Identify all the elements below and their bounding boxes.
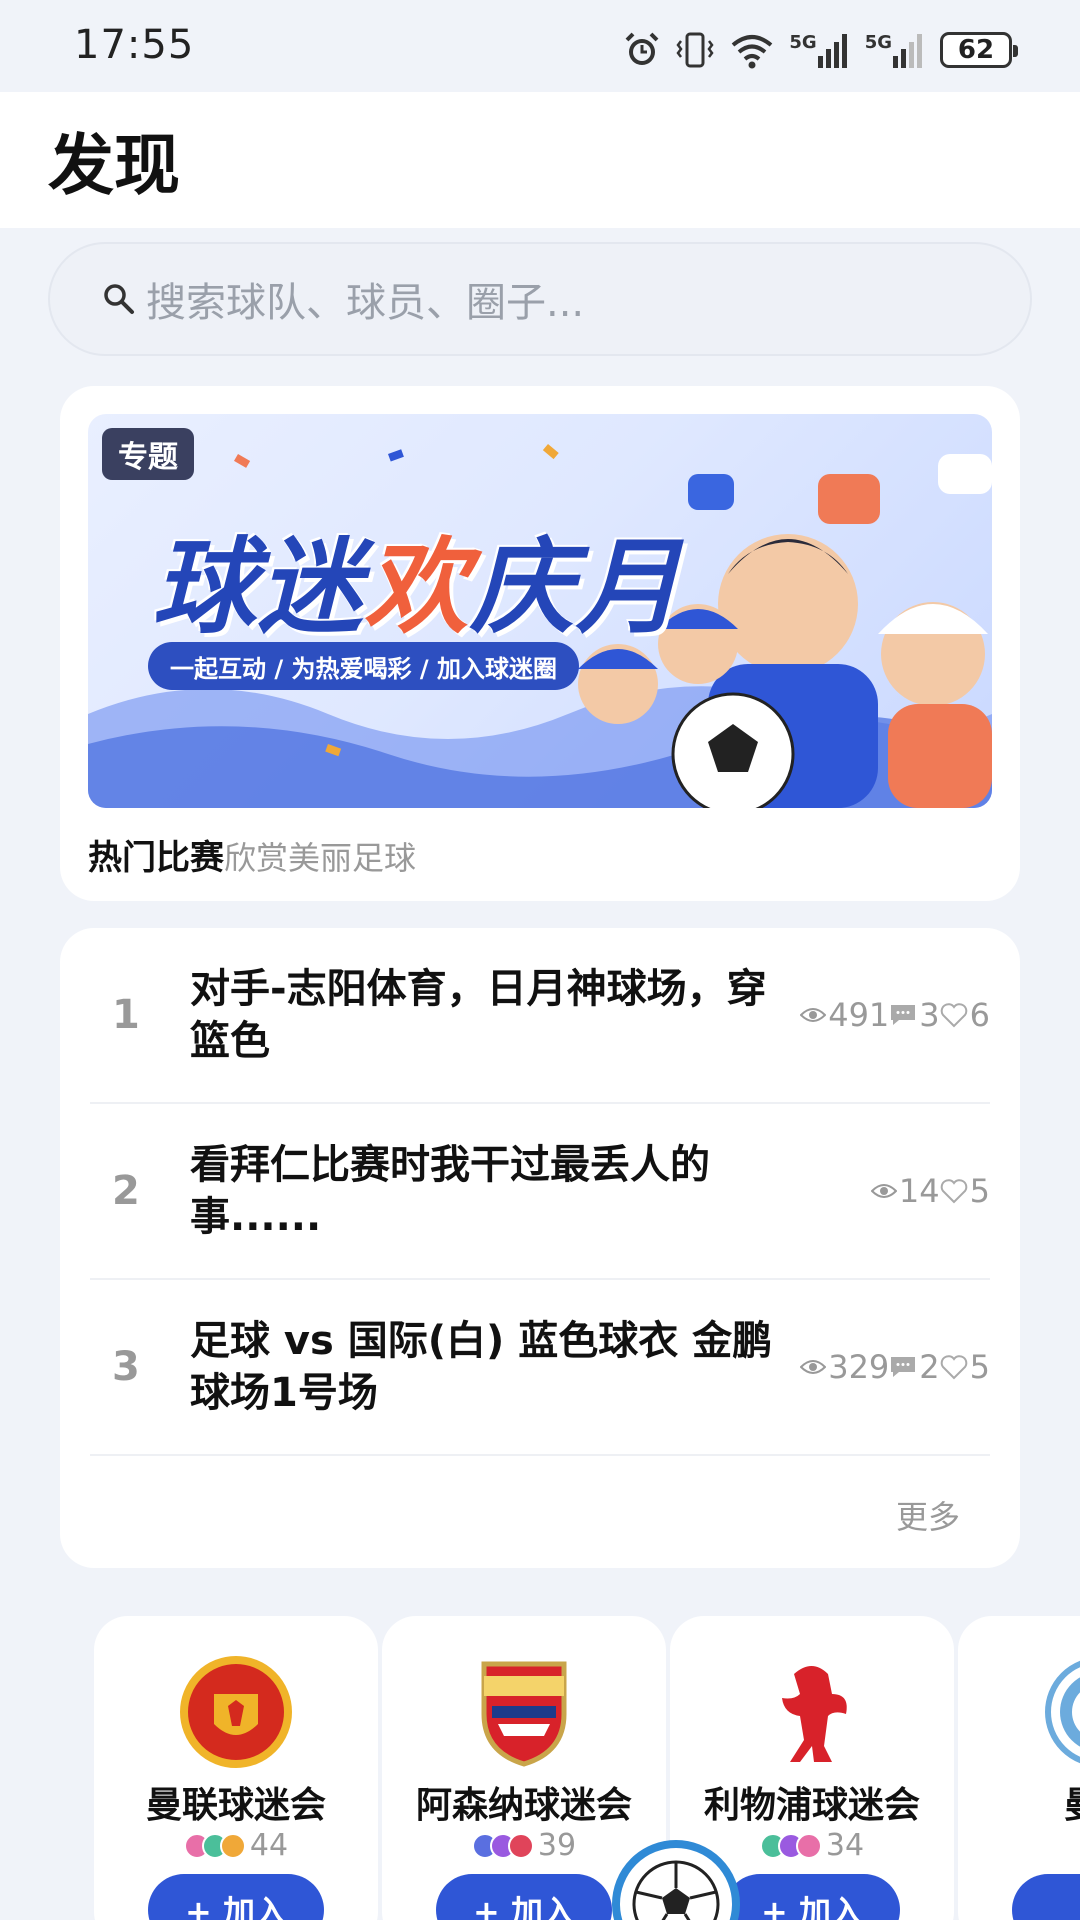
signal-1: 5G — [789, 32, 850, 68]
club-members — [958, 1828, 1080, 1854]
club-members: 39 — [382, 1828, 666, 1863]
comment-icon — [891, 1005, 916, 1025]
eye-icon — [800, 1360, 827, 1374]
avatar — [219, 1832, 246, 1859]
heart-icon — [940, 1179, 967, 1204]
member-avatars — [471, 1832, 534, 1859]
comments-stat: 3 — [889, 996, 940, 1034]
likes-stat: 6 — [940, 996, 990, 1034]
list-item[interactable]: 2 看拜仁比赛时我干过最丢人的事...... 14 5 — [90, 1104, 990, 1280]
signal-2: 5G — [865, 32, 926, 68]
signal-bars-icon — [817, 34, 847, 68]
network-label-1: 5G — [789, 32, 817, 53]
views-count: 329 — [828, 1348, 890, 1386]
comments-stat: 2 — [889, 1348, 940, 1386]
featured-banner-card[interactable]: 专题 球迷欢庆月 一起互动 / 为热爱喝彩 / 加入球迷圈 热门比赛 欣赏美丽足… — [60, 386, 1020, 901]
post-title: 看拜仁比赛时我干过最丢人的事...... — [190, 1142, 710, 1240]
avatar — [507, 1832, 534, 1859]
battery-indicator: 62 — [940, 32, 1018, 68]
banner-tag: 专题 — [102, 428, 194, 480]
club-card-man-city[interactable]: 曼城 + — [958, 1616, 1080, 1920]
banner-caption: 热门比赛 欣赏美丽足球 — [88, 830, 416, 879]
club-name: 曼城 — [958, 1776, 1080, 1828]
comment-icon — [891, 1357, 916, 1377]
post-stats: 14 5 — [870, 1172, 990, 1210]
likes-count: 5 — [969, 1172, 990, 1210]
member-count: 39 — [537, 1828, 577, 1863]
eye-icon — [800, 1008, 827, 1022]
more-link[interactable]: 更多 — [896, 1492, 960, 1538]
views-stat: 491 — [800, 996, 889, 1034]
club-name: 利物浦球迷会 — [703, 1785, 920, 1826]
status-icons: 5G 5G 62 — [623, 28, 1018, 72]
banner-title-part1: 球迷 — [152, 526, 365, 648]
page-title: 发现 — [48, 127, 180, 204]
heart-icon — [940, 1355, 967, 1380]
post-title: 足球 vs 国际(白) 蓝色球衣 金鹏球场1号场 — [190, 1318, 773, 1416]
fan-clubs-carousel[interactable]: 曼联球迷会 44 + 加入 阿森纳球迷会 39 + 加入 利物浦球迷会 34 +… — [0, 1616, 1080, 1920]
comments-count: 3 — [919, 996, 940, 1034]
banner-title-part2: 庆月 — [470, 526, 683, 648]
member-count: 34 — [825, 1828, 865, 1863]
search-icon — [104, 284, 134, 314]
list-item[interactable]: 1 对手-志阳体育，日月神球场，穿篮色 491 3 6 — [90, 928, 990, 1104]
views-stat: 329 — [800, 1348, 889, 1386]
caption-title: 热门比赛 — [88, 838, 224, 878]
comments-count: 2 — [919, 1348, 940, 1386]
man-city-crest-icon — [1045, 1660, 1080, 1764]
post-stats: 491 3 6 — [800, 996, 990, 1034]
search-placeholder: 搜索球队、球员、圈子... — [146, 280, 585, 326]
rank-number: 2 — [112, 1168, 140, 1214]
header: 发现 — [0, 92, 1080, 228]
club-name: 阿森纳球迷会 — [415, 1785, 632, 1826]
club-members: 44 — [94, 1828, 378, 1863]
rank-number: 1 — [112, 992, 140, 1038]
arsenal-crest-icon — [481, 1661, 567, 1767]
caption-subtitle: 欣赏美丽足球 — [224, 839, 417, 877]
club-name: 曼联球迷会 — [145, 1785, 326, 1826]
member-avatars — [759, 1832, 822, 1859]
wifi-icon — [732, 35, 773, 69]
vibrate-icon — [676, 32, 714, 68]
likes-stat: 5 — [940, 1348, 990, 1386]
join-button[interactable]: + 加入 — [148, 1874, 324, 1920]
views-count: 14 — [898, 1172, 940, 1210]
status-bar: 17:55 5G 5G 62 — [0, 0, 1080, 92]
likes-stat: 5 — [940, 1172, 990, 1210]
status-time: 17:55 — [74, 22, 195, 68]
man-utd-crest-icon — [180, 1656, 292, 1768]
network-label-2: 5G — [864, 32, 892, 53]
banner-title-highlight: 欢 — [364, 526, 471, 648]
club-card-man-utd[interactable]: 曼联球迷会 44 + 加入 — [94, 1616, 378, 1920]
heart-icon — [940, 1003, 967, 1028]
soccer-ball-icon — [632, 1860, 720, 1920]
join-button[interactable]: + 加入 — [724, 1874, 900, 1920]
search-input[interactable]: 搜索球队、球员、圈子... — [48, 242, 1032, 356]
banner-image[interactable]: 专题 球迷欢庆月 一起互动 / 为热爱喝彩 / 加入球迷圈 — [88, 414, 992, 808]
avatar — [795, 1832, 822, 1859]
member-count: 44 — [249, 1828, 289, 1863]
post-stats: 329 2 5 — [800, 1348, 990, 1386]
hot-list-card: 1 对手-志阳体育，日月神球场，穿篮色 491 3 6 2 看拜仁比赛时我干过最… — [60, 928, 1020, 1568]
member-avatars — [183, 1832, 246, 1859]
eye-icon — [870, 1184, 897, 1198]
rank-number: 3 — [112, 1344, 140, 1390]
views-stat: 14 — [870, 1172, 940, 1210]
list-item[interactable]: 3 足球 vs 国际(白) 蓝色球衣 金鹏球场1号场 329 2 5 — [90, 1280, 990, 1456]
likes-count: 6 — [969, 996, 990, 1034]
views-count: 491 — [828, 996, 890, 1034]
banner-slogan: 一起互动 / 为热爱喝彩 / 加入球迷圈 — [148, 642, 579, 690]
post-title: 对手-志阳体育，日月神球场，穿篮色 — [190, 966, 767, 1064]
liverpool-liverbird-icon — [782, 1666, 847, 1762]
banner-title: 球迷欢庆月 — [152, 502, 682, 653]
alarm-icon — [625, 32, 659, 65]
likes-count: 5 — [969, 1348, 990, 1386]
signal-bars-icon — [893, 34, 922, 68]
join-button[interactable]: + 加入 — [436, 1874, 612, 1920]
join-button[interactable]: + — [1012, 1874, 1080, 1920]
